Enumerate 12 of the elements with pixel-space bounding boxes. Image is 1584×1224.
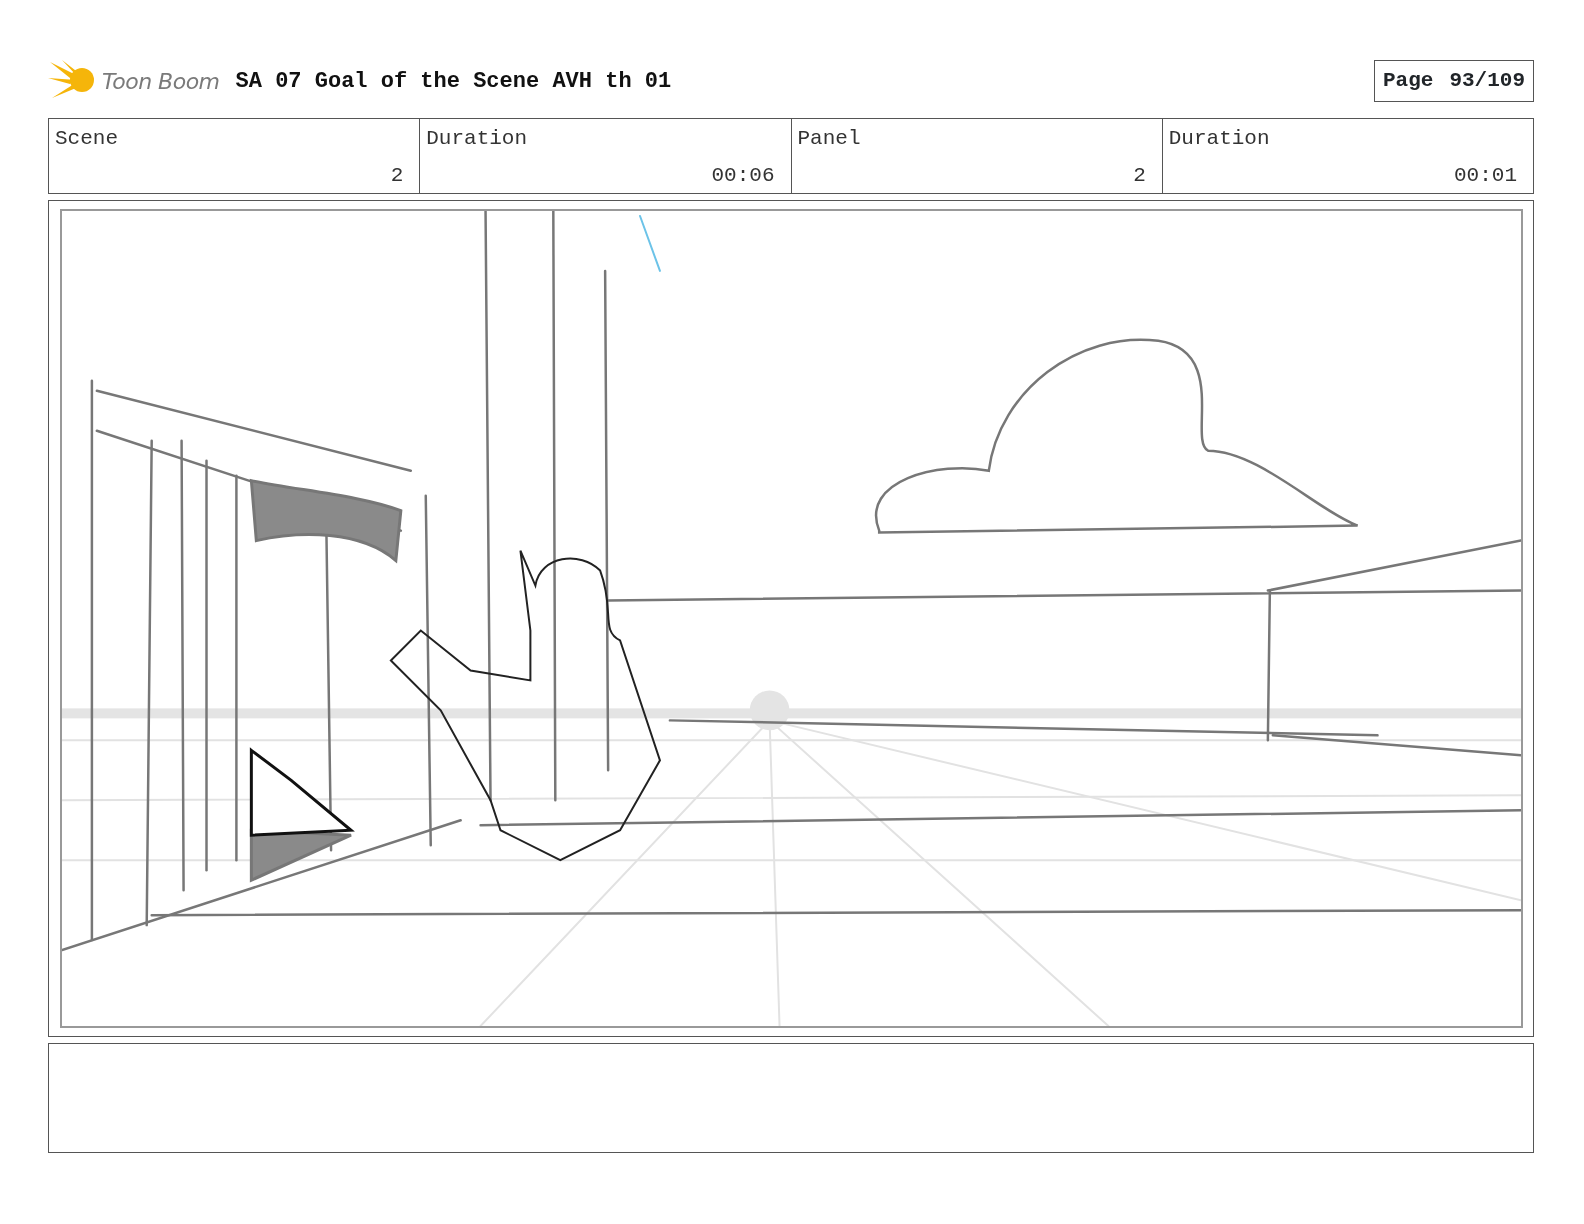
field-value: 00:06 (711, 162, 775, 189)
field-label: Duration (1168, 126, 1270, 152)
field-label: Scene (55, 126, 118, 152)
page-number: 93/109 (1449, 68, 1525, 95)
field-value: 00:01 (1454, 162, 1517, 189)
field-label: Duration (426, 126, 528, 152)
field-value: 2 (390, 162, 404, 189)
page-label: Page (1382, 68, 1434, 95)
page-title: SA 07 Goal of the Scene AVH th 01 (235, 67, 672, 96)
field-value: 2 (1133, 162, 1146, 189)
logo-text: Toon Boom (102, 67, 220, 96)
field-label: Panel (797, 126, 861, 152)
